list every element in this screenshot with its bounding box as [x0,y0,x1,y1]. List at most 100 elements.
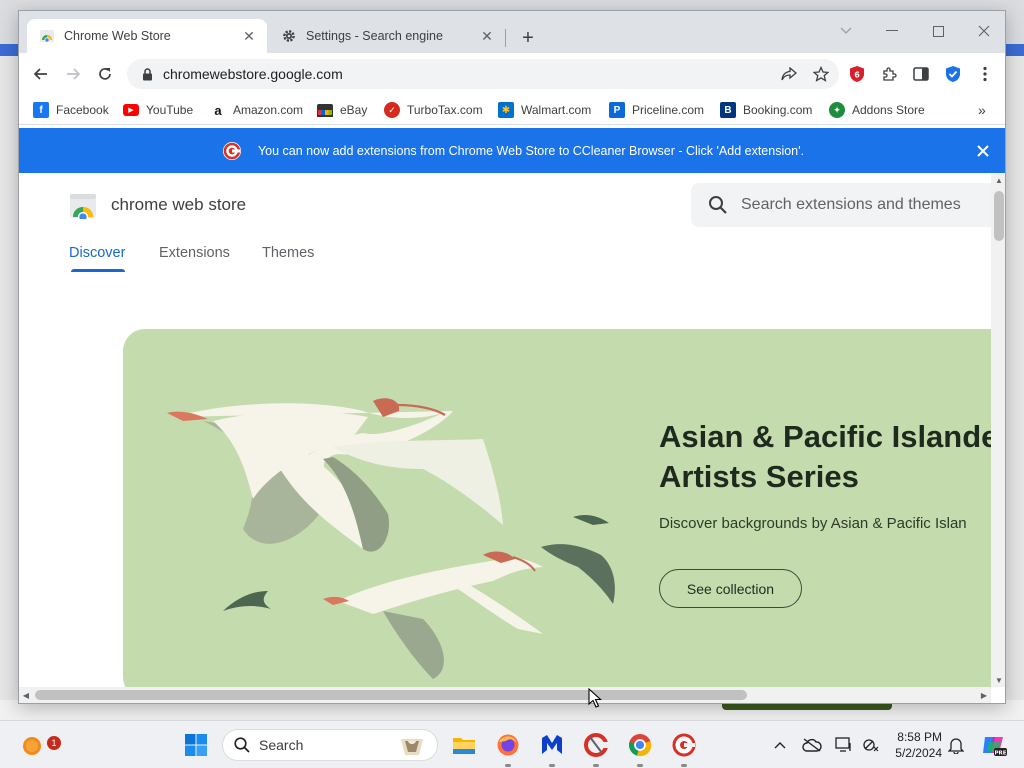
notification-badge: 1 [47,736,61,750]
copilot-pre-icon[interactable]: PRE [980,733,1008,757]
network-display-icon[interactable] [832,733,856,757]
bookmark-turbotax[interactable]: ✓ TurboTax.com [384,100,483,120]
back-button[interactable] [27,60,55,88]
tab-strip: Chrome Web Store ✕ Settings - Search eng… [19,11,1005,53]
horizontal-scroll-thumb[interactable] [35,690,747,700]
scroll-down-arrow-icon[interactable]: ▼ [991,673,1005,687]
bookmark-priceline[interactable]: P Priceline.com [609,100,704,120]
tab-discover[interactable]: Discover [69,245,126,272]
bookmark-youtube[interactable]: ▶ YouTube [123,100,193,120]
tab-settings-search-engine[interactable]: Settings - Search engine ✕ [269,19,505,53]
vertical-scroll-thumb[interactable] [994,191,1004,241]
bookmark-ebay[interactable]: eBay [317,100,367,120]
search-placeholder: Search extensions and themes [741,196,961,213]
tab-chrome-web-store[interactable]: Chrome Web Store ✕ [27,19,267,53]
forward-button[interactable] [59,60,87,88]
scroll-right-arrow-icon[interactable]: ▶ [977,687,991,703]
bookmark-amazon[interactable]: a Amazon.com [210,100,303,120]
priceline-icon: P [609,102,625,118]
chrome-icon[interactable] [624,729,656,767]
url-text[interactable]: chromewebstore.google.com [163,66,775,82]
bookmark-label: Priceline.com [632,103,705,117]
bookmark-booking[interactable]: B Booking.com [720,100,812,120]
minimize-button[interactable] [869,17,915,45]
clock-date: 5/2/2024 [895,746,942,760]
search-icon [234,737,250,753]
extensions-puzzle-icon[interactable] [875,60,903,88]
bookmarks-overflow-button[interactable]: » [978,100,986,120]
store-search-input[interactable]: Search extensions and themes [691,183,991,227]
bitdefender-shield-icon[interactable] [939,60,967,88]
show-hidden-icons-chevron-icon[interactable] [768,733,792,757]
vertical-scrollbar[interactable]: ▲ ▼ [991,173,1005,687]
hero-title: Asian & Pacific Islande Artists Series [659,417,991,497]
page-content: chrome web store Search extensions and t… [19,173,991,687]
store-name[interactable]: chrome web store [111,195,246,215]
svg-text:6: 6 [854,71,860,80]
windows-taskbar: 1 Search 8:58 PM 5/2/2024 PRE [0,720,1024,768]
ccleaner-browser-icon[interactable] [668,729,700,767]
start-button-windows-icon[interactable] [180,729,212,761]
bookmark-facebook[interactable]: f Facebook [33,100,109,120]
bookmark-label: TurboTax.com [407,103,483,117]
hero-title-line: Artists Series [659,459,859,494]
taskbar-search-label: Search [259,737,304,753]
infobar-message: You can now add extensions from Chrome W… [257,143,804,158]
bookmark-label: Booking.com [743,103,813,117]
tab-extensions[interactable]: Extensions [159,245,230,261]
malwarebytes-icon[interactable] [536,729,568,767]
notification-bell-icon[interactable] [944,733,968,757]
file-explorer-icon[interactable] [448,729,480,761]
maximize-button[interactable] [915,17,961,45]
lock-icon[interactable] [139,66,155,82]
onedrive-cloud-icon[interactable] [800,733,824,757]
turbotax-icon: ✓ [384,102,400,118]
ublock-extension-icon[interactable]: 6 [843,60,871,88]
youtube-icon: ▶ [123,104,139,116]
new-tab-button[interactable]: + [515,25,541,51]
bookmark-label: Walmart.com [521,103,592,117]
see-collection-button[interactable]: See collection [659,569,802,608]
volume-muted-icon[interactable] [858,733,882,757]
address-bar[interactable]: chromewebstore.google.com [127,59,839,89]
tab-themes[interactable]: Themes [262,245,314,261]
amazon-icon: a [210,102,226,118]
ibis-birds-illustration [167,398,615,679]
reload-button[interactable] [91,60,119,88]
gear-icon [281,28,297,44]
scroll-left-arrow-icon[interactable]: ◀ [19,687,33,703]
weather-widget-icon[interactable]: 1 [16,729,61,761]
system-clock[interactable]: 8:58 PM 5/2/2024 [892,729,942,761]
close-infobar-icon[interactable] [973,141,993,161]
active-tab-underline [71,269,126,272]
hero-subtitle: Discover backgrounds by Asian & Pacific … [659,515,967,532]
menu-kebab-icon[interactable] [971,60,999,88]
ebay-icon [317,103,333,117]
close-tab-icon[interactable]: ✕ [477,26,497,46]
search-highlight-icon [401,739,423,755]
side-panel-icon[interactable] [907,60,935,88]
scroll-up-arrow-icon[interactable]: ▲ [991,173,1005,187]
share-icon[interactable] [775,60,803,88]
clock-time: 8:58 PM [897,730,942,744]
bookmarks-bar: f Facebook ▶ YouTube a Amazon.com eBay ✓… [19,95,1005,125]
horizontal-scrollbar[interactable]: ◀ ▶ [19,687,991,703]
chrome-web-store-logo[interactable] [69,193,97,223]
hero-banner[interactable]: Asian & Pacific Islande Artists Series D… [123,329,991,687]
bookmark-walmart[interactable]: ✱ Walmart.com [498,100,591,120]
taskbar-search-box[interactable]: Search [222,729,438,761]
firefox-icon[interactable] [492,729,524,767]
ccleaner-icon[interactable] [580,729,612,767]
browser-window: Chrome Web Store ✕ Settings - Search eng… [18,10,1006,704]
bookmark-label: YouTube [146,103,194,117]
booking-icon: B [720,102,736,118]
bookmark-addons-store[interactable]: ✦ Addons Store [829,100,925,120]
close-tab-icon[interactable]: ✕ [239,26,259,46]
bookmark-label: Facebook [56,103,109,117]
bookmark-star-icon[interactable] [807,60,835,88]
tab-search-chevron-icon[interactable] [823,17,869,45]
ccleaner-browser-icon [222,141,242,161]
tab-label: Themes [262,245,315,261]
close-window-button[interactable] [961,17,1005,45]
bookmark-label: eBay [340,103,368,117]
